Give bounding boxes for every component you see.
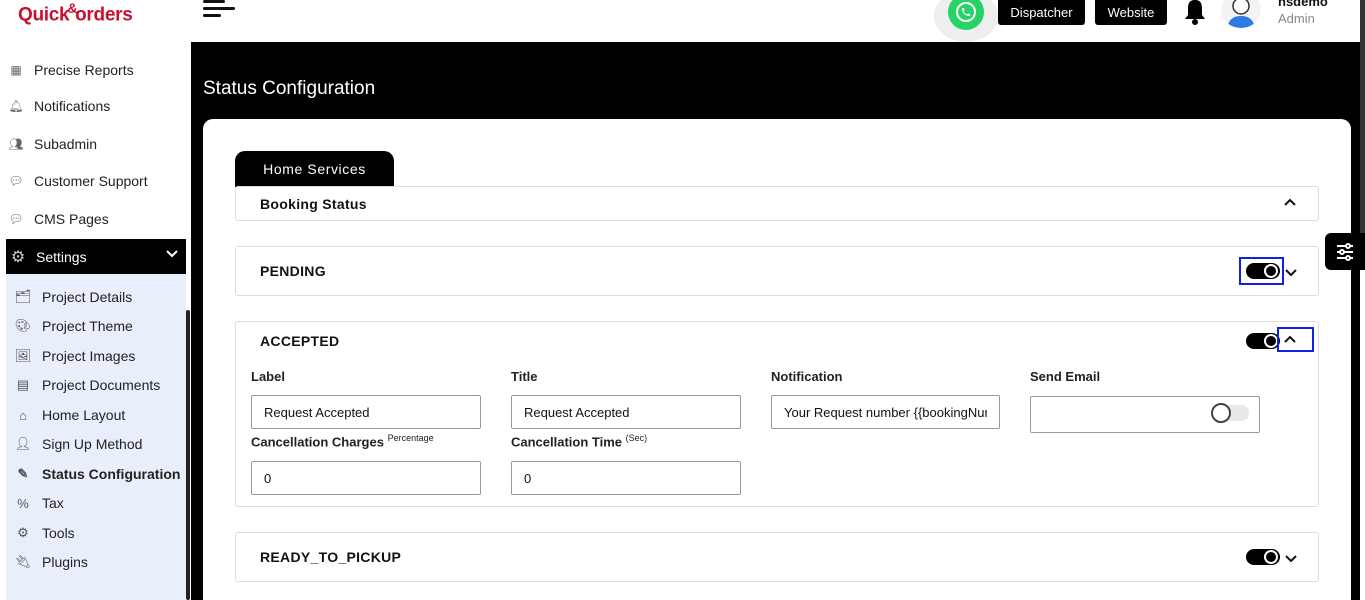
documents-icon: ▤ (16, 377, 30, 392)
brand-logo[interactable]: Quick&orders (18, 0, 133, 26)
plug-icon: 🔌︎ (14, 554, 32, 569)
hamburger-menu-icon[interactable] (203, 0, 235, 20)
sidebar-item-label: Customer Support (34, 173, 148, 189)
notification-field-label: Notification (771, 369, 843, 384)
submenu-status-configuration[interactable]: ✎ Status Configuration (14, 463, 181, 485)
user-name[interactable]: hsdemo (1278, 0, 1328, 9)
submenu-plugins[interactable]: 🔌︎ Plugins (14, 551, 88, 573)
website-button[interactable]: Website (1095, 0, 1167, 25)
submenu-tax[interactable]: % Tax (14, 492, 64, 514)
sidebar-item-notifications[interactable]: 🔔︎ Notifications (8, 94, 110, 118)
tax-icon: % (17, 495, 29, 511)
send-email-label: Send Email (1030, 369, 1101, 384)
chevron-down-icon (166, 247, 178, 261)
highlight-box (1277, 327, 1314, 352)
user-settings-icon: 👤︎ (14, 436, 32, 451)
sidebar-item-subadmin[interactable]: 👥︎ Subadmin (8, 132, 97, 156)
submenu-label: Project Images (42, 348, 136, 364)
chevron-down-icon[interactable] (1282, 264, 1300, 282)
tab-home-services[interactable]: Home Services (235, 151, 394, 187)
submenu-project-documents[interactable]: ▤ Project Documents (14, 374, 160, 396)
label-text: Cancellation Time (511, 434, 623, 450)
filter-sliders-icon[interactable] (1325, 233, 1365, 270)
users-icon: 👥︎ (8, 137, 24, 151)
submenu-label: Project Theme (42, 318, 133, 334)
chat-icon: 💬︎ (8, 174, 24, 188)
submenu-label: Home Layout (42, 407, 126, 423)
label-text: Cancellation Charges (251, 434, 384, 450)
label-sup: (Sec) (625, 433, 648, 443)
sidebar-item-label: CMS Pages (34, 211, 109, 227)
accepted-enabled-toggle[interactable] (1246, 333, 1280, 349)
sidebar-item-label: Subadmin (34, 136, 98, 152)
code-chat-icon: 💬︎ (8, 212, 24, 226)
avatar[interactable] (1221, 0, 1261, 28)
submenu-label: Project Details (42, 289, 133, 305)
logo-text-2: orders (75, 4, 133, 26)
sidebar-item-label: Notifications (34, 98, 111, 114)
submenu-project-details[interactable]: 🗂︎ Project Details (14, 286, 133, 308)
chevron-down-icon[interactable] (1282, 550, 1300, 568)
submenu-label: Status Configuration (42, 466, 181, 482)
cancellation-charges-input[interactable] (251, 461, 481, 495)
submenu-home-layout[interactable]: ⌂ Home Layout (14, 404, 125, 426)
user-role: Admin (1278, 11, 1315, 26)
submenu-tools[interactable]: ⚙ Tools (14, 522, 75, 544)
sidebar-item-cms-pages[interactable]: 💬︎ CMS Pages (8, 207, 109, 231)
title-field-label: Title (511, 369, 538, 384)
page-title: Status Configuration (203, 78, 376, 99)
sidebar-scrollbar[interactable] (186, 310, 190, 600)
page-scrollbar[interactable] (1360, 0, 1365, 236)
image-icon: 🖼︎ (14, 348, 32, 363)
chevron-up-icon[interactable] (1281, 193, 1299, 211)
label-input[interactable] (251, 395, 481, 429)
submenu-label: Tools (42, 525, 75, 541)
submenu-project-images[interactable]: 🖼︎ Project Images (14, 345, 136, 367)
submenu-sign-up-method[interactable]: 👤︎ Sign Up Method (14, 433, 143, 455)
status-panel-pending[interactable]: PENDING (235, 246, 1319, 296)
status-panel-ready-to-pickup[interactable]: READY_TO_PICKUP (235, 532, 1319, 582)
submenu-label: Plugins (42, 554, 88, 570)
cancellation-charges-label: Cancellation Charges Percentage (251, 433, 434, 449)
highlight-box (1239, 257, 1284, 285)
tools-icon: ⚙ (17, 525, 29, 540)
send-email-toggle[interactable] (1211, 403, 1249, 423)
label-field-label: Label (251, 369, 285, 384)
gear-icon: ⚙ (10, 248, 26, 266)
bell-icon: 🔔︎ (8, 99, 24, 113)
booking-status-header[interactable]: Booking Status (235, 186, 1319, 221)
sidebar-item-precise-reports[interactable]: ▦ Precise Reports (8, 58, 134, 82)
status-title: READY_TO_PICKUP (260, 549, 402, 565)
sidebar-item-settings[interactable]: ⚙ Settings (6, 239, 186, 274)
ready-enabled-toggle[interactable] (1246, 549, 1280, 565)
project-details-icon: 🗂︎ (14, 289, 32, 304)
palette-icon: 🎨︎ (14, 318, 32, 333)
section-title: Booking Status (260, 196, 367, 212)
submenu-label: Tax (42, 495, 64, 511)
sidebar-item-customer-support[interactable]: 💬︎ Customer Support (8, 169, 148, 193)
label-sup: Percentage (387, 433, 434, 443)
status-title: ACCEPTED (260, 333, 340, 349)
cancellation-time-label: Cancellation Time (Sec) (511, 433, 647, 449)
cancellation-time-input[interactable] (511, 461, 741, 495)
bell-icon[interactable] (1182, 0, 1208, 26)
submenu-project-theme[interactable]: 🎨︎ Project Theme (14, 315, 133, 337)
submenu-label: Sign Up Method (42, 436, 143, 452)
title-input[interactable] (511, 395, 741, 429)
home-icon: ⌂ (19, 407, 27, 423)
status-config-icon: ✎ (17, 466, 29, 481)
settings-label: Settings (36, 248, 87, 265)
reports-icon: ▦ (10, 63, 22, 77)
logo-text: Quick (18, 4, 70, 26)
sidebar-item-label: Precise Reports (34, 62, 134, 78)
dispatcher-button[interactable]: Dispatcher (998, 0, 1085, 25)
status-title: PENDING (260, 263, 326, 279)
notification-input[interactable] (771, 395, 1000, 429)
submenu-label: Project Documents (42, 377, 161, 393)
